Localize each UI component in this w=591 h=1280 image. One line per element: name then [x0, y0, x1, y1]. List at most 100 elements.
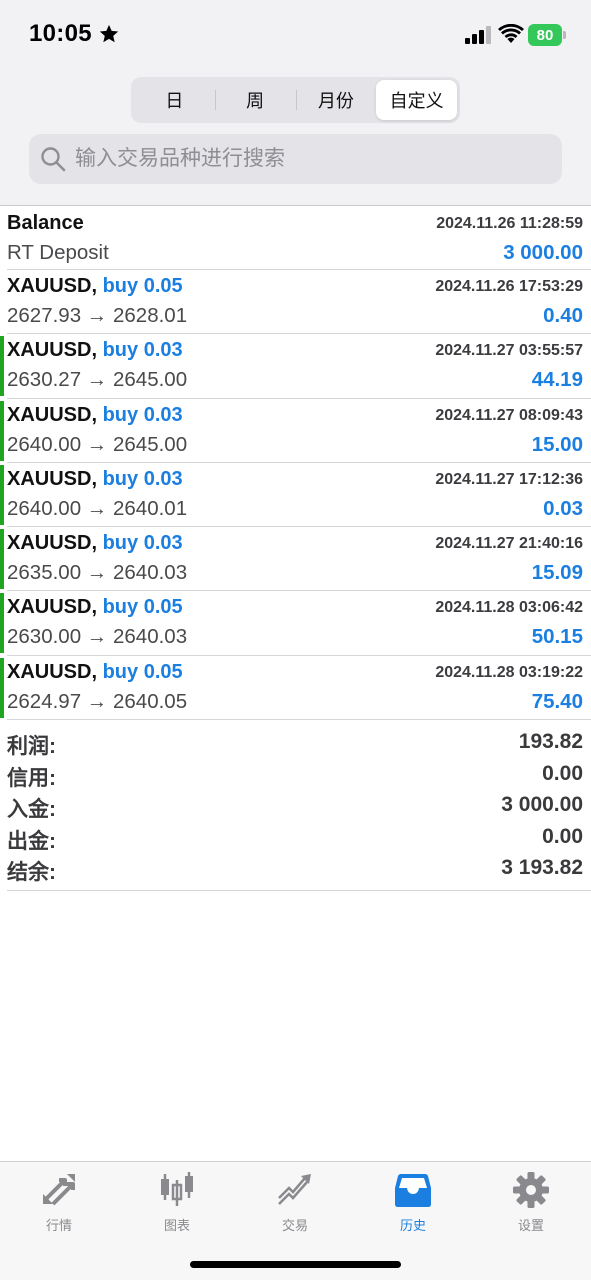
- trade-profit: 44.19: [531, 368, 583, 392]
- tab-quotes[interactable]: 行情: [0, 1170, 118, 1240]
- summary-value: 3 193.82: [501, 856, 583, 879]
- trade-title: XAUUSD, buy 0.03: [7, 339, 183, 362]
- trade-row[interactable]: XAUUSD, buy 0.03 2640.00 → 2645.00 2024.…: [0, 399, 591, 463]
- tab-history[interactable]: 历史: [354, 1170, 472, 1240]
- search-icon: [41, 147, 66, 172]
- battery-level: 80: [528, 24, 562, 46]
- trade-row[interactable]: XAUUSD, buy 0.03 2640.00 → 2640.01 2024.…: [0, 463, 591, 528]
- trade-profit: 15.09: [531, 561, 583, 585]
- trade-time: 2024.11.26 17:53:29: [435, 278, 583, 295]
- history-list: Balance RT Deposit 2024.11.26 11:28:59 3…: [0, 207, 591, 721]
- candlestick-chart-icon: [161, 1172, 193, 1206]
- trade-side: buy 0.03: [102, 532, 183, 555]
- trade-row[interactable]: XAUUSD, buy 0.05 2630.00 → 2640.03 2024.…: [0, 591, 591, 656]
- trade-row[interactable]: XAUUSD, buy 0.05 2627.93 → 2628.01 2024.…: [7, 270, 591, 335]
- trade-row[interactable]: XAUUSD, buy 0.05 2624.97 → 2640.05 2024.…: [0, 656, 591, 721]
- trade-profit: 0.40: [543, 304, 583, 327]
- trade-prices: 2630.27 → 2645.00: [7, 368, 188, 392]
- trade-profit: 15.00: [531, 432, 583, 456]
- segment-custom[interactable]: 自定义: [376, 80, 457, 120]
- tab-chart[interactable]: 图表: [118, 1170, 236, 1240]
- summary-balance: 结余: 3 193.82: [7, 854, 591, 886]
- star-icon: [99, 24, 119, 43]
- trade-symbol: XAUUSD,: [7, 403, 98, 426]
- summary-value: 0.00: [542, 761, 583, 785]
- battery-indicator: 80: [528, 24, 566, 46]
- header-area: 10:05 80 日 周 月份 自定义: [0, 0, 591, 206]
- tab-label: 行情: [45, 1218, 72, 1233]
- trade-prices: 2640.00 → 2645.00: [7, 432, 188, 456]
- summary-label: 入金:: [7, 798, 56, 821]
- balance-title: Balance: [7, 212, 84, 234]
- history-inbox-icon: [395, 1174, 431, 1207]
- trade-time: 2024.11.27 03:55:57: [435, 342, 583, 360]
- trade-prices: 2624.97 → 2640.05: [7, 689, 188, 713]
- trade-marker: [0, 657, 4, 718]
- trade-prices: 2627.93 → 2628.01: [7, 304, 188, 327]
- trade-prices: 2630.00 → 2640.03: [7, 625, 188, 649]
- balance-subtitle: RT Deposit: [7, 241, 109, 264]
- balance-row[interactable]: Balance RT Deposit 2024.11.26 11:28:59 3…: [7, 207, 591, 270]
- tab-trade[interactable]: 交易: [236, 1170, 354, 1240]
- trade-symbol: XAUUSD,: [7, 532, 98, 555]
- gear-icon: [513, 1172, 549, 1208]
- wifi-icon: [498, 24, 524, 43]
- trade-side: buy 0.05: [102, 275, 183, 297]
- trade-symbol: XAUUSD,: [7, 339, 98, 362]
- trade-row[interactable]: XAUUSD, buy 0.03 2630.27 → 2645.00 2024.…: [0, 334, 591, 399]
- trade-title: XAUUSD, buy 0.03: [7, 532, 183, 555]
- trade-symbol: XAUUSD,: [7, 596, 98, 619]
- balance-time: 2024.11.26 11:28:59: [436, 215, 583, 232]
- tab-settings[interactable]: 设置: [472, 1170, 590, 1240]
- trade-prices: 2640.00 → 2640.01: [7, 496, 188, 520]
- summary-credit: 信用: 0.00: [7, 760, 591, 792]
- trade-prices: 2635.00 → 2640.03: [7, 561, 188, 585]
- summary-profit: 利润: 193.82: [7, 728, 591, 760]
- segment-week[interactable]: 周: [214, 80, 296, 120]
- search-input[interactable]: [75, 147, 545, 171]
- cellular-signal-icon: [465, 26, 491, 44]
- trade-profit: 75.40: [531, 689, 583, 713]
- status-bar: 10:05 80: [0, 0, 591, 70]
- trade-symbol: XAUUSD,: [7, 467, 98, 490]
- summary-withdrawal: 出金: 0.00: [7, 823, 591, 855]
- trade-side: buy 0.03: [102, 339, 183, 362]
- summary-deposit: 入金: 3 000.00: [7, 791, 591, 823]
- trade-marker: [0, 593, 4, 654]
- summary-value: 193.82: [518, 730, 583, 753]
- trade-marker: [0, 336, 4, 397]
- balance-value: 3 000.00: [503, 241, 583, 264]
- trade-profit: 50.15: [531, 625, 583, 649]
- trade-profit: 0.03: [543, 496, 583, 520]
- tab-label: 历史: [399, 1218, 426, 1233]
- summary-label: 信用:: [7, 766, 56, 790]
- battery-tip: [563, 31, 566, 39]
- trade-symbol: XAUUSD,: [7, 275, 98, 297]
- trade-side: buy 0.03: [102, 403, 183, 426]
- segment-day[interactable]: 日: [134, 80, 215, 120]
- summary-label: 出金:: [7, 829, 56, 853]
- trade-trend-icon: [278, 1174, 311, 1205]
- status-time: 10:05: [29, 20, 120, 48]
- tab-label: 图表: [163, 1218, 190, 1233]
- segment-month[interactable]: 月份: [295, 80, 377, 120]
- trade-marker: [0, 400, 4, 461]
- trade-marker: [0, 529, 4, 590]
- quotes-arrows-icon: [43, 1174, 75, 1206]
- trade-time: 2024.11.28 03:06:42: [435, 599, 583, 617]
- trade-title: XAUUSD, buy 0.05: [7, 661, 183, 684]
- summary-value: 0.00: [542, 824, 583, 848]
- tab-label: 设置: [517, 1218, 544, 1233]
- search-bar[interactable]: [29, 134, 562, 184]
- tab-label: 交易: [281, 1218, 308, 1233]
- trade-time: 2024.11.27 17:12:36: [435, 470, 583, 488]
- trade-title: XAUUSD, buy 0.03: [7, 468, 183, 491]
- trade-row[interactable]: XAUUSD, buy 0.03 2635.00 → 2640.03 2024.…: [0, 527, 591, 592]
- home-indicator[interactable]: [190, 1261, 401, 1268]
- trade-time: 2024.11.27 08:09:43: [435, 406, 583, 424]
- trade-time: 2024.11.28 03:19:22: [435, 663, 583, 681]
- period-segmented-control: 日 周 月份 自定义: [131, 77, 460, 123]
- trade-side: buy 0.03: [102, 467, 183, 490]
- trade-title: XAUUSD, buy 0.05: [7, 275, 183, 298]
- trade-side: buy 0.05: [102, 596, 183, 619]
